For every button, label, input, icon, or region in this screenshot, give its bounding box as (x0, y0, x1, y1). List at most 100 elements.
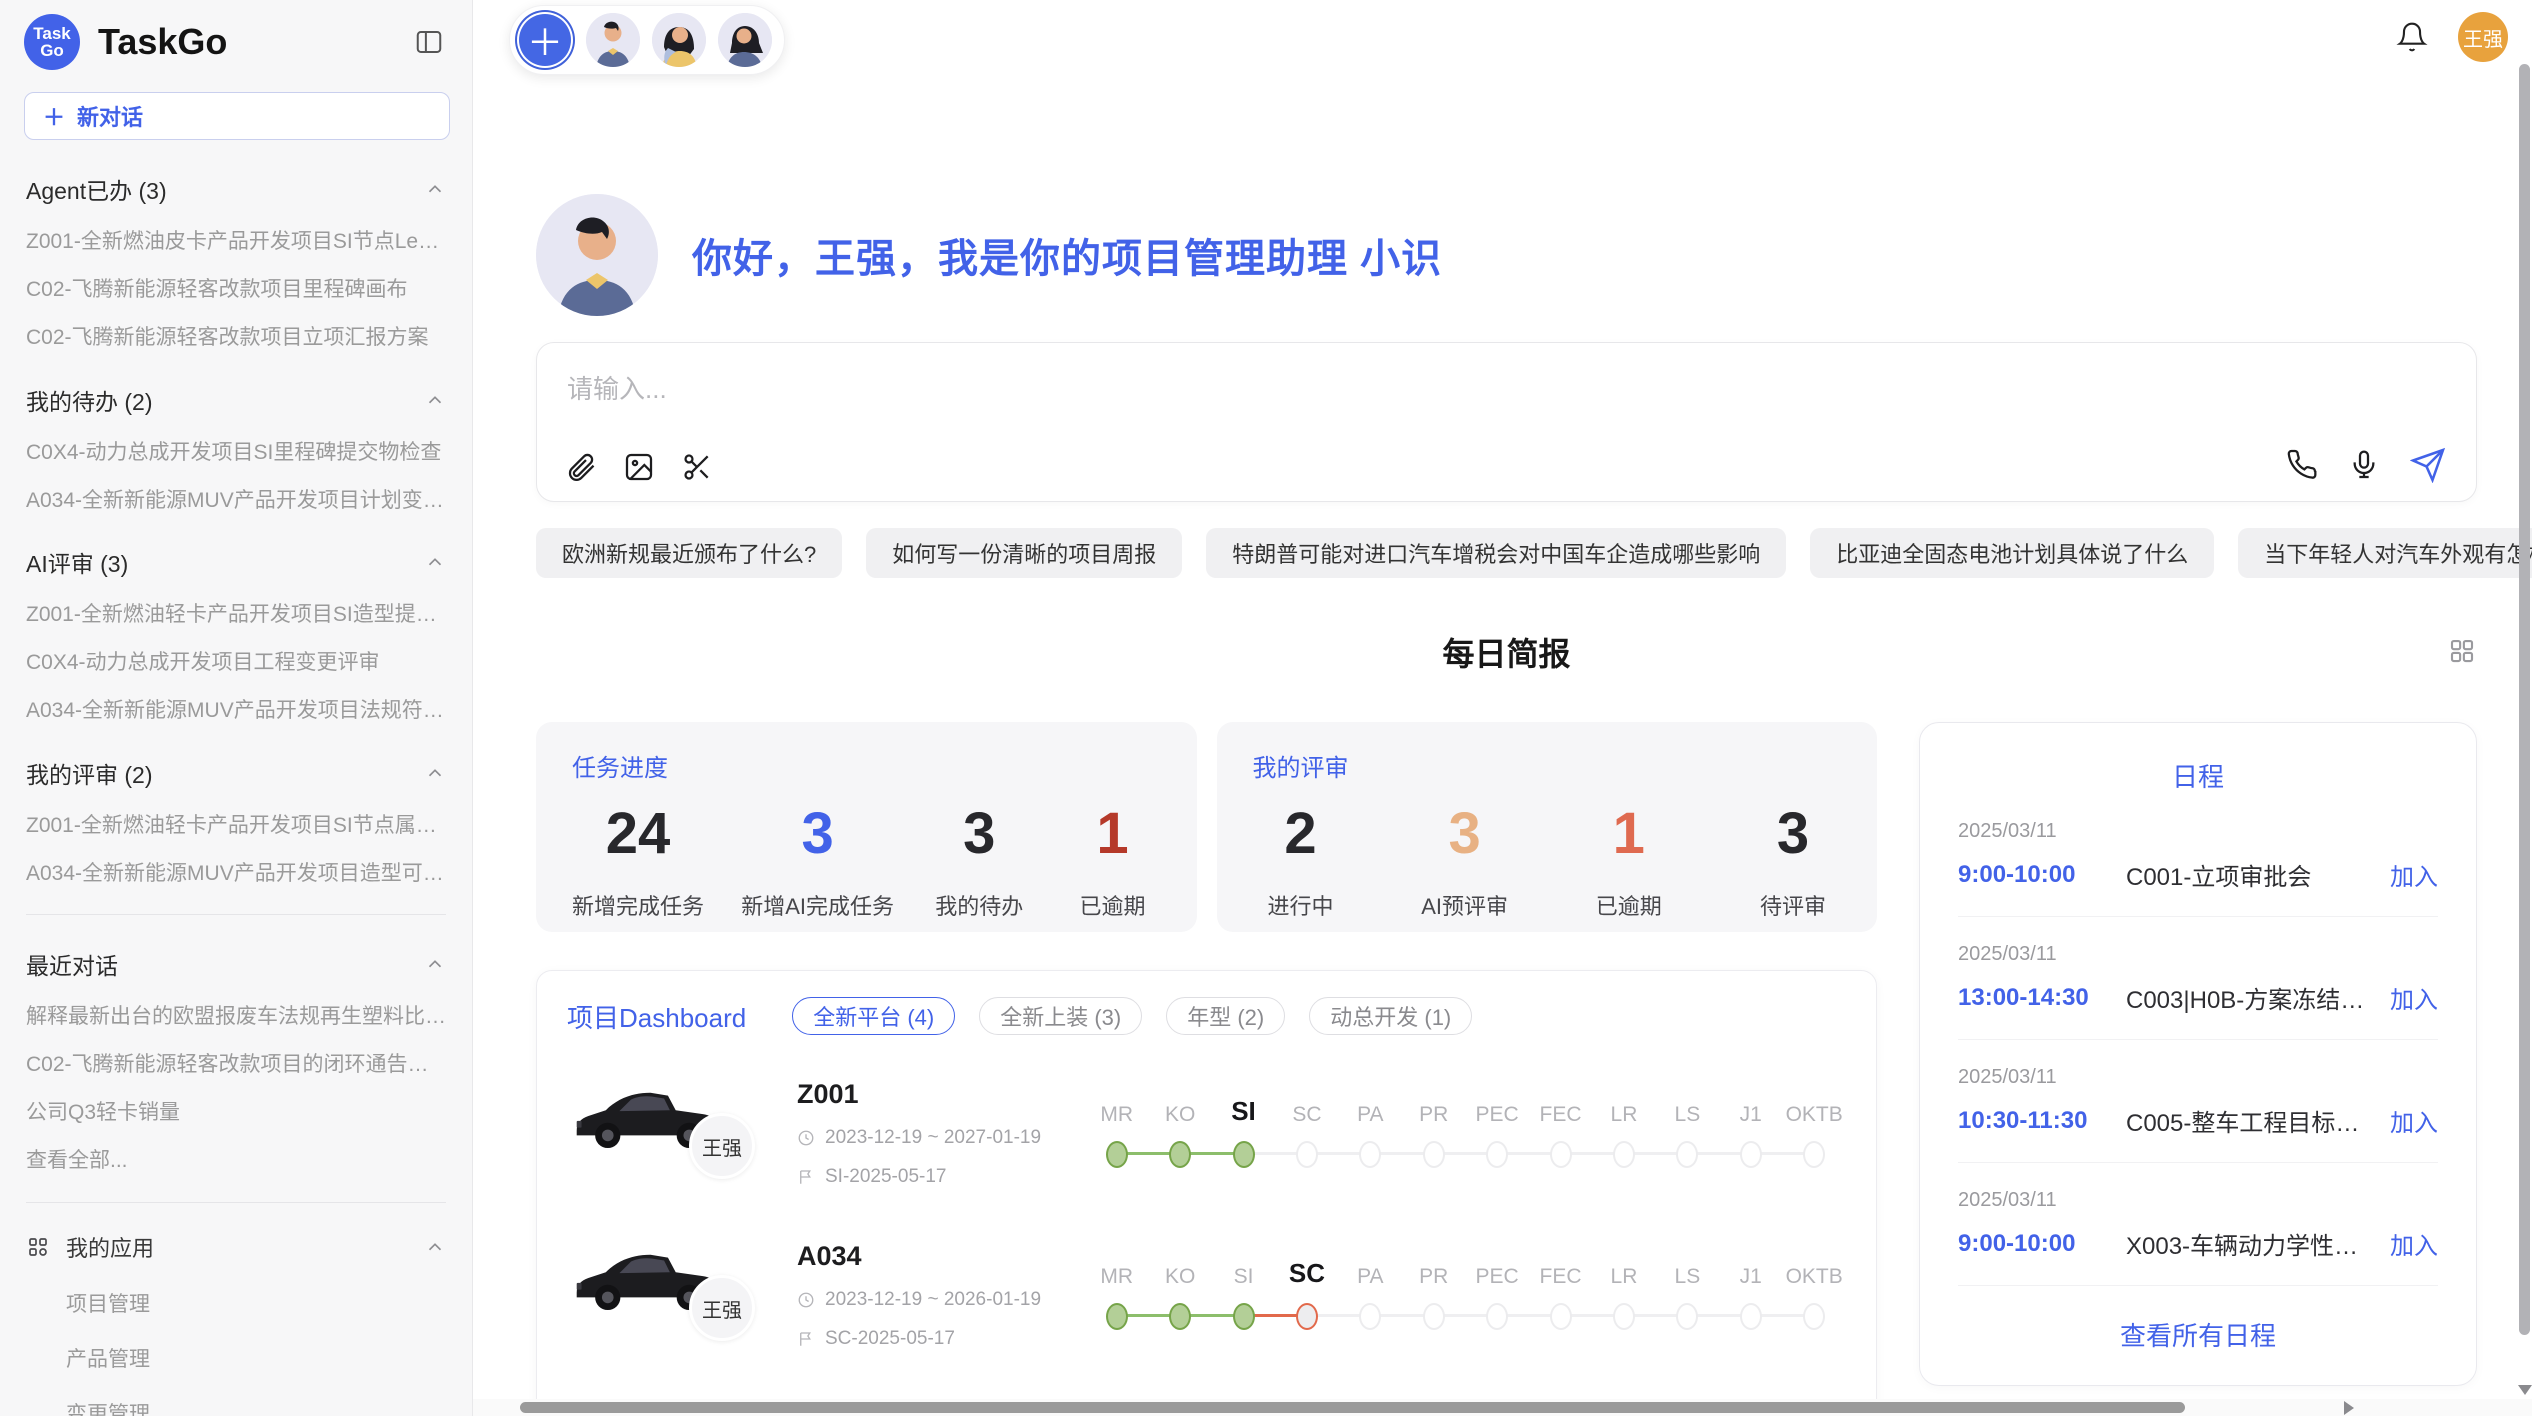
section-agent-done[interactable]: Agent已办 (3) (26, 172, 446, 206)
scroll-down-arrow[interactable] (2518, 1385, 2532, 1395)
app-logo: Task Go (24, 14, 80, 70)
phone-icon[interactable] (2286, 449, 2318, 481)
list-item[interactable]: C02-飞腾新能源轻客改款项目里程碑画布 (26, 277, 446, 302)
header-actions: 王强 (2396, 12, 2508, 62)
list-item[interactable]: Z001-全新燃油皮卡产品开发项目SI节点Lesson Learn报告 (26, 229, 446, 254)
user-avatar[interactable]: 王强 (2458, 12, 2508, 62)
view-all-schedule-link[interactable]: 查看所有日程 (1958, 1316, 2438, 1353)
stat-pending-review: 3 待评审 (1745, 805, 1841, 921)
vertical-scrollbar-thumb[interactable] (2519, 64, 2530, 1335)
milestone-label: PR (1402, 1089, 1465, 1127)
vertical-scrollbar[interactable] (2517, 0, 2532, 1399)
chevron-up-icon[interactable] (424, 551, 446, 573)
project-visual: 王强 (567, 1231, 785, 1359)
filter-powertrain[interactable]: 动总开发 (1) (1309, 997, 1472, 1035)
new-session-button[interactable]: ＋ (519, 14, 571, 66)
list-item[interactable]: C02-飞腾新能源轻客改款项目的闭环通告反馈情况 (26, 1052, 446, 1077)
milestone-dot-done (1233, 1141, 1255, 1168)
paperclip-icon[interactable] (565, 451, 597, 483)
stat-review-overdue: 1 已逾期 (1581, 805, 1677, 921)
chevron-up-icon[interactable] (424, 762, 446, 784)
sidebar-collapse-icon[interactable] (414, 27, 444, 57)
sidebar-header: Task Go TaskGo (0, 14, 472, 70)
schedule-card: 日程 2025/03/11 9:00-10:00 C001-立项审批会 加入 2… (1919, 722, 2477, 1386)
section-my-todo[interactable]: 我的待办 (2) (26, 383, 446, 417)
logo-line2: Go (40, 42, 64, 59)
milestone-label-current: SC (1275, 1251, 1338, 1289)
app-link-product-mgmt[interactable]: 产品管理 (66, 1343, 446, 1373)
milestone-label-current: SI (1212, 1089, 1275, 1127)
suggestion-chip[interactable]: 欧洲新规最近颁布了什么? (536, 528, 842, 578)
owner-badge: 王强 (689, 1113, 755, 1179)
suggestion-chip[interactable]: 如何写一份清晰的项目周报 (866, 528, 1182, 578)
filter-new-body[interactable]: 全新上装 (3) (979, 997, 1142, 1035)
app-link-change-mgmt[interactable]: 变更管理 (66, 1398, 446, 1416)
horizontal-scrollbar[interactable] (473, 1399, 2532, 1416)
suggestion-chip[interactable]: 比亚迪全固态电池计划具体说了什么 (1810, 528, 2214, 578)
image-icon[interactable] (623, 451, 655, 483)
suggestion-chip[interactable]: 当下年轻人对汽车外观有怎样的喜好趋势 (2238, 528, 2532, 578)
divider (26, 1202, 446, 1203)
divider (26, 914, 446, 915)
join-link[interactable]: 加入 (2390, 980, 2438, 1015)
view-all-chats[interactable]: 查看全部... (26, 1148, 446, 1173)
section-title: 我的评审 (2) (26, 756, 153, 790)
horizontal-scrollbar-thumb[interactable] (520, 1402, 2185, 1413)
schedule-title: 日程 (1958, 757, 2438, 794)
filter-model-year[interactable]: 年型 (2) (1166, 997, 1285, 1035)
app-link-project-mgmt[interactable]: 项目管理 (66, 1288, 446, 1318)
list-item[interactable]: Z001-全新燃油轻卡产品开发项目SI造型提交物评审 (26, 602, 446, 627)
project-row[interactable]: 王强 A034 2023-12-19 ~ 2026-01-19 (567, 1231, 1846, 1359)
chat-input-card[interactable]: 请输入... (536, 342, 2477, 502)
microphone-icon[interactable] (2348, 449, 2380, 481)
flag-icon (797, 1330, 815, 1348)
section-my-review[interactable]: 我的评审 (2) (26, 756, 446, 790)
schedule-date: 2025/03/11 (1958, 1066, 2438, 1089)
content-columns: 任务进度 24 新增完成任务 3 新增AI完成任务 (536, 722, 2477, 1416)
section-ai-review[interactable]: AI评审 (3) (26, 545, 446, 579)
join-link[interactable]: 加入 (2390, 857, 2438, 892)
join-link[interactable]: 加入 (2390, 1226, 2438, 1261)
layout-grid-icon[interactable] (2447, 636, 2477, 666)
milestone-dot (1613, 1303, 1635, 1330)
list-item[interactable]: 公司Q3轻卡销量 (26, 1100, 446, 1125)
greeting-text: 你好，王强，我是你的项目管理助理 小识 (692, 226, 1442, 284)
dashboard-title: 项目Dashboard (567, 998, 746, 1035)
section-recent-chats[interactable]: 最近对话 (26, 947, 446, 981)
stat-value: 3 (1777, 805, 1809, 863)
list-item[interactable]: A034-全新新能源MUV产品开发项目造型可行性评审 (26, 861, 446, 886)
avatar[interactable] (652, 13, 706, 67)
project-row[interactable]: 王强 Z001 2023-12-19 ~ 2027-01-19 (567, 1069, 1846, 1197)
list-item[interactable]: Z001-全新燃油轻卡产品开发项目SI节点属性5D文件评审 (26, 813, 446, 838)
chevron-up-icon[interactable] (424, 389, 446, 411)
filter-new-platform[interactable]: 全新平台 (4) (792, 997, 955, 1035)
list-item[interactable]: C0X4-动力总成开发项目SI里程碑提交物检查 (26, 440, 446, 465)
chat-input-placeholder[interactable]: 请输入... (567, 369, 2446, 406)
suggestion-chip[interactable]: 特朗普可能对进口汽车增税会对中国车企造成哪些影响 (1206, 528, 1786, 578)
list-item[interactable]: A034-全新新能源MUV产品开发项目法规符合性评审 (26, 698, 446, 723)
stat-ai-prereview: 3 AI预评审 (1417, 805, 1513, 921)
join-link[interactable]: 加入 (2390, 1103, 2438, 1138)
list-item[interactable]: C02-飞腾新能源轻客改款项目立项汇报方案 (26, 325, 446, 350)
chevron-up-icon[interactable] (424, 178, 446, 200)
list-item[interactable]: A034-全新新能源MUV产品开发项目计划变更表编写 (26, 488, 446, 513)
assistant-avatar (536, 194, 658, 316)
scissors-icon[interactable] (681, 451, 713, 483)
send-icon[interactable] (2410, 447, 2446, 483)
avatar[interactable] (718, 13, 772, 67)
stat-my-todo: 3 我的待办 (931, 805, 1027, 921)
list-item[interactable]: C0X4-动力总成开发项目工程变更评审 (26, 650, 446, 675)
session-switcher: ＋ (509, 5, 785, 75)
schedule-item: 2025/03/11 10:30-11:30 C005-整车工程目标评审 加入 (1958, 1040, 2438, 1163)
milestone-label: OKTB (1782, 1251, 1845, 1289)
sidebar-item-label: 我的应用 (66, 1231, 154, 1263)
chevron-up-icon[interactable] (424, 953, 446, 975)
notification-bell-icon[interactable] (2396, 21, 2428, 53)
chevron-up-icon[interactable] (424, 1236, 446, 1258)
avatar[interactable] (586, 13, 640, 67)
scroll-right-arrow[interactable] (2344, 1401, 2354, 1415)
new-chat-button[interactable]: ＋ 新对话 (24, 92, 450, 140)
list-item[interactable]: 解释最新出台的欧盟报废车法规再生塑料比例被调至15%... (26, 1004, 446, 1029)
milestone-dot (1803, 1303, 1825, 1330)
sidebar-item-my-apps[interactable]: 我的应用 (26, 1231, 446, 1263)
